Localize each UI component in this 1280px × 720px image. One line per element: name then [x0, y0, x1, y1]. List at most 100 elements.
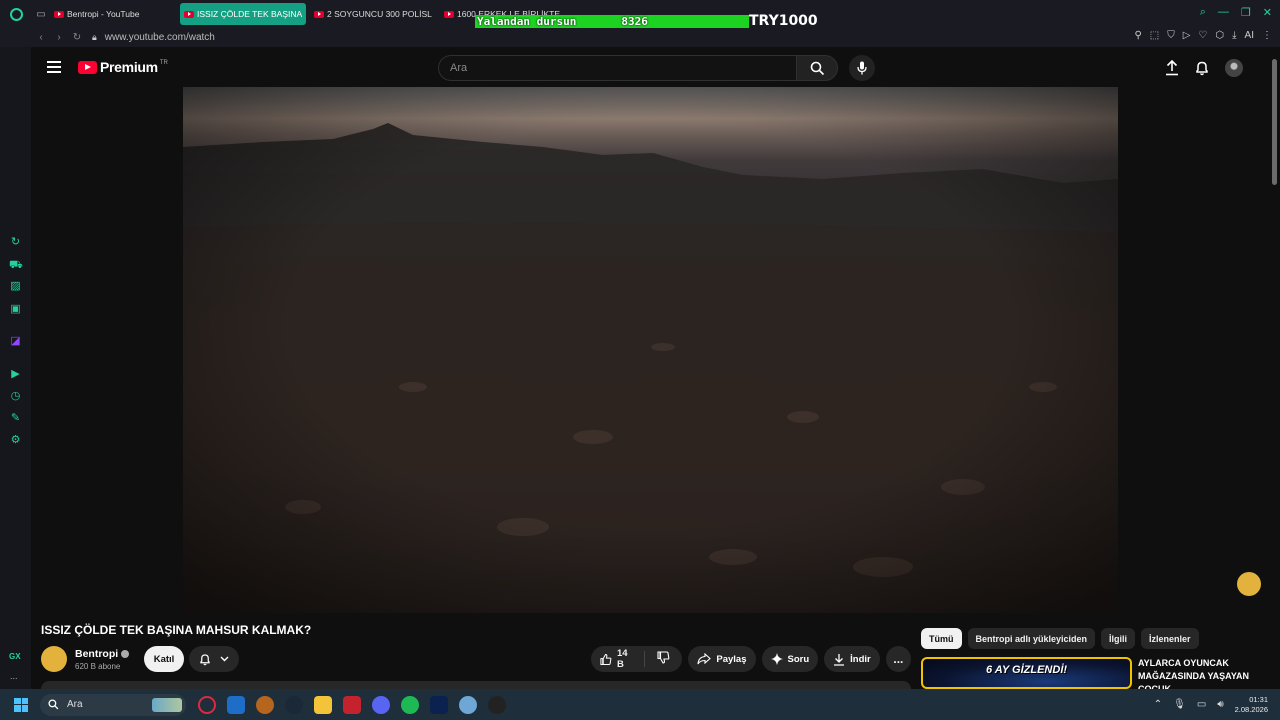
- file-explorer-icon[interactable]: [314, 695, 332, 714]
- thumbs-up-icon: [600, 653, 612, 665]
- adobe-icon[interactable]: [343, 695, 361, 714]
- chevron-down-icon: [220, 656, 229, 662]
- tab-bentropi-youtube[interactable]: Bentropi - YouTube: [50, 3, 176, 25]
- stream-overlay-bar: Yalandan dursun 8326: [475, 15, 749, 28]
- hamburger-menu-icon[interactable]: [47, 61, 61, 73]
- browser-sidebar: ↻ ⛟ ▨ ▣ ◪ ▶ ◷ ✎ ⚙ GX ...: [0, 47, 31, 689]
- music-icon[interactable]: ▣: [9, 303, 22, 316]
- leaf-icon[interactable]: ▨: [9, 280, 22, 293]
- url-field[interactable]: www.youtube.com/watch: [105, 32, 215, 43]
- refresh-icon[interactable]: ↻: [9, 236, 22, 249]
- spotify-icon[interactable]: [401, 695, 419, 714]
- taskbar-search[interactable]: Ara: [40, 693, 186, 716]
- video-player[interactable]: [183, 87, 1118, 613]
- download-button[interactable]: İndir: [824, 646, 880, 672]
- obs-icon[interactable]: [488, 695, 506, 714]
- youtube-icon: [184, 10, 194, 18]
- volume-icon[interactable]: 🔊︎: [1217, 699, 1223, 710]
- like-count: 14 B: [616, 648, 628, 670]
- steam-icon[interactable]: [285, 695, 303, 714]
- shield-icon[interactable]: ⛉: [1167, 30, 1175, 41]
- subscription-bell-button[interactable]: [189, 646, 239, 672]
- join-button[interactable]: Katıl: [144, 646, 184, 672]
- youtube-header: Premium TR Ara: [31, 47, 1269, 89]
- clock[interactable]: 01:31 2.08.2026: [1235, 695, 1268, 715]
- search-icon: [48, 699, 59, 710]
- search-input[interactable]: Ara: [438, 55, 796, 81]
- channel-avatar[interactable]: [41, 646, 67, 672]
- player-icon[interactable]: ▷: [1183, 30, 1191, 41]
- verified-icon: [121, 650, 130, 659]
- chip-related[interactable]: İlgili: [1101, 628, 1136, 649]
- search-button[interactable]: [796, 55, 838, 81]
- lock-icon[interactable]: 🔒︎: [92, 32, 97, 43]
- windows-start-icon[interactable]: [14, 697, 28, 712]
- forward-icon[interactable]: ›: [50, 32, 68, 43]
- dislike-button[interactable]: [645, 651, 682, 667]
- gx-label[interactable]: GX: [9, 652, 21, 661]
- like-button[interactable]: 14 B: [591, 648, 646, 670]
- description-box[interactable]: [41, 681, 911, 689]
- scrollbar-thumb[interactable]: [1272, 59, 1277, 185]
- discord-icon[interactable]: [372, 695, 390, 714]
- close-icon[interactable]: ✕: [1263, 6, 1272, 19]
- microphone-tray-icon[interactable]: 🎙︎: [1173, 699, 1186, 710]
- settings-icon[interactable]: ⚙: [9, 434, 22, 447]
- download-icon: [834, 653, 845, 666]
- heart-icon[interactable]: ♡: [1198, 30, 1207, 41]
- more-actions-button[interactable]: ...: [885, 646, 911, 672]
- tab-soyguncu[interactable]: 2 SOYGUNCU 300 POLİSL: [310, 3, 436, 25]
- recommendation-title[interactable]: AYLARCA OYUNCAK MAĞAZASINDA YAŞAYAN ÇOCU…: [1138, 657, 1263, 689]
- photoshop-icon[interactable]: [430, 695, 448, 714]
- bag-icon[interactable]: ⛟: [9, 259, 23, 272]
- puzzle-icon[interactable]: ✎: [9, 412, 22, 425]
- app-icon[interactable]: [256, 695, 274, 714]
- play-icon[interactable]: ▶: [9, 368, 22, 381]
- window-controls: ⌕ — ❐ ✕: [1200, 6, 1272, 19]
- account-avatar[interactable]: [1225, 59, 1243, 77]
- address-bar-tools: ⚲ ⬚ ⛉ ▷ ♡ ⬡ ⤓ AI ⋮: [1134, 30, 1272, 41]
- menu-dots-icon[interactable]: ⋮: [1262, 30, 1272, 41]
- download-icon[interactable]: ⤓: [1232, 30, 1236, 41]
- chip-watched[interactable]: İzlenenler: [1141, 628, 1199, 649]
- share-icon: [697, 653, 712, 665]
- workspace-icon[interactable]: ▭: [32, 0, 50, 28]
- like-dislike-group: 14 B: [591, 646, 683, 672]
- store-icon[interactable]: [227, 695, 245, 714]
- recommendation-thumbnail[interactable]: 6 AY GİZLENDİ!: [921, 657, 1132, 689]
- channel-mascot-icon: [1237, 572, 1261, 596]
- video-frame-desert: [183, 87, 1118, 613]
- youtube-premium-logo[interactable]: Premium TR: [78, 59, 168, 75]
- extensions-icon[interactable]: ⬡: [1215, 30, 1224, 41]
- subscriber-count: 620 B abone: [75, 662, 121, 671]
- pin-icon[interactable]: ⚲: [1134, 30, 1141, 41]
- reload-icon[interactable]: ↻: [68, 32, 86, 43]
- chip-all[interactable]: Tümü: [921, 628, 962, 649]
- snapshot-icon[interactable]: ⬚: [1150, 30, 1159, 41]
- voice-search-button[interactable]: [849, 55, 875, 81]
- tab-issiz-colde[interactable]: ISSIZ ÇÖLDE TEK BAŞINA: [180, 3, 306, 25]
- upload-icon[interactable]: [1165, 60, 1179, 76]
- search-tabs-icon[interactable]: ⌕: [1200, 6, 1206, 19]
- settings-app-icon[interactable]: [459, 695, 477, 714]
- ai-icon[interactable]: AI: [1245, 30, 1254, 41]
- ask-button[interactable]: Soru: [761, 646, 819, 672]
- opera-gx-icon[interactable]: [198, 695, 216, 714]
- page-scrollbar[interactable]: [1269, 47, 1280, 689]
- channel-row: Bentropi 620 B abone Katıl 14 B Paylaş S…: [41, 646, 911, 672]
- channel-name[interactable]: Bentropi: [75, 648, 130, 660]
- back-icon[interactable]: ‹: [32, 32, 50, 43]
- microphone-icon: [857, 61, 867, 75]
- tray-chevron-icon[interactable]: ⌃: [1154, 699, 1162, 710]
- network-icon[interactable]: ▭: [1197, 699, 1206, 710]
- twitch-icon[interactable]: ◪: [9, 335, 22, 348]
- share-button[interactable]: Paylaş: [688, 646, 756, 672]
- opera-logo[interactable]: [0, 0, 32, 28]
- minimize-icon[interactable]: —: [1218, 6, 1229, 19]
- notifications-bell-icon[interactable]: [1195, 60, 1209, 76]
- sidebar-more-icon[interactable]: ...: [10, 671, 18, 681]
- chip-from-uploader[interactable]: Bentropi adlı yükleyiciden: [967, 628, 1096, 649]
- restore-icon[interactable]: ❐: [1241, 6, 1251, 19]
- address-bar: ‹ › ↻ 🔒︎ www.youtube.com/watch ⚲ ⬚ ⛉ ▷ ♡…: [0, 28, 1280, 47]
- history-icon[interactable]: ◷: [9, 390, 22, 403]
